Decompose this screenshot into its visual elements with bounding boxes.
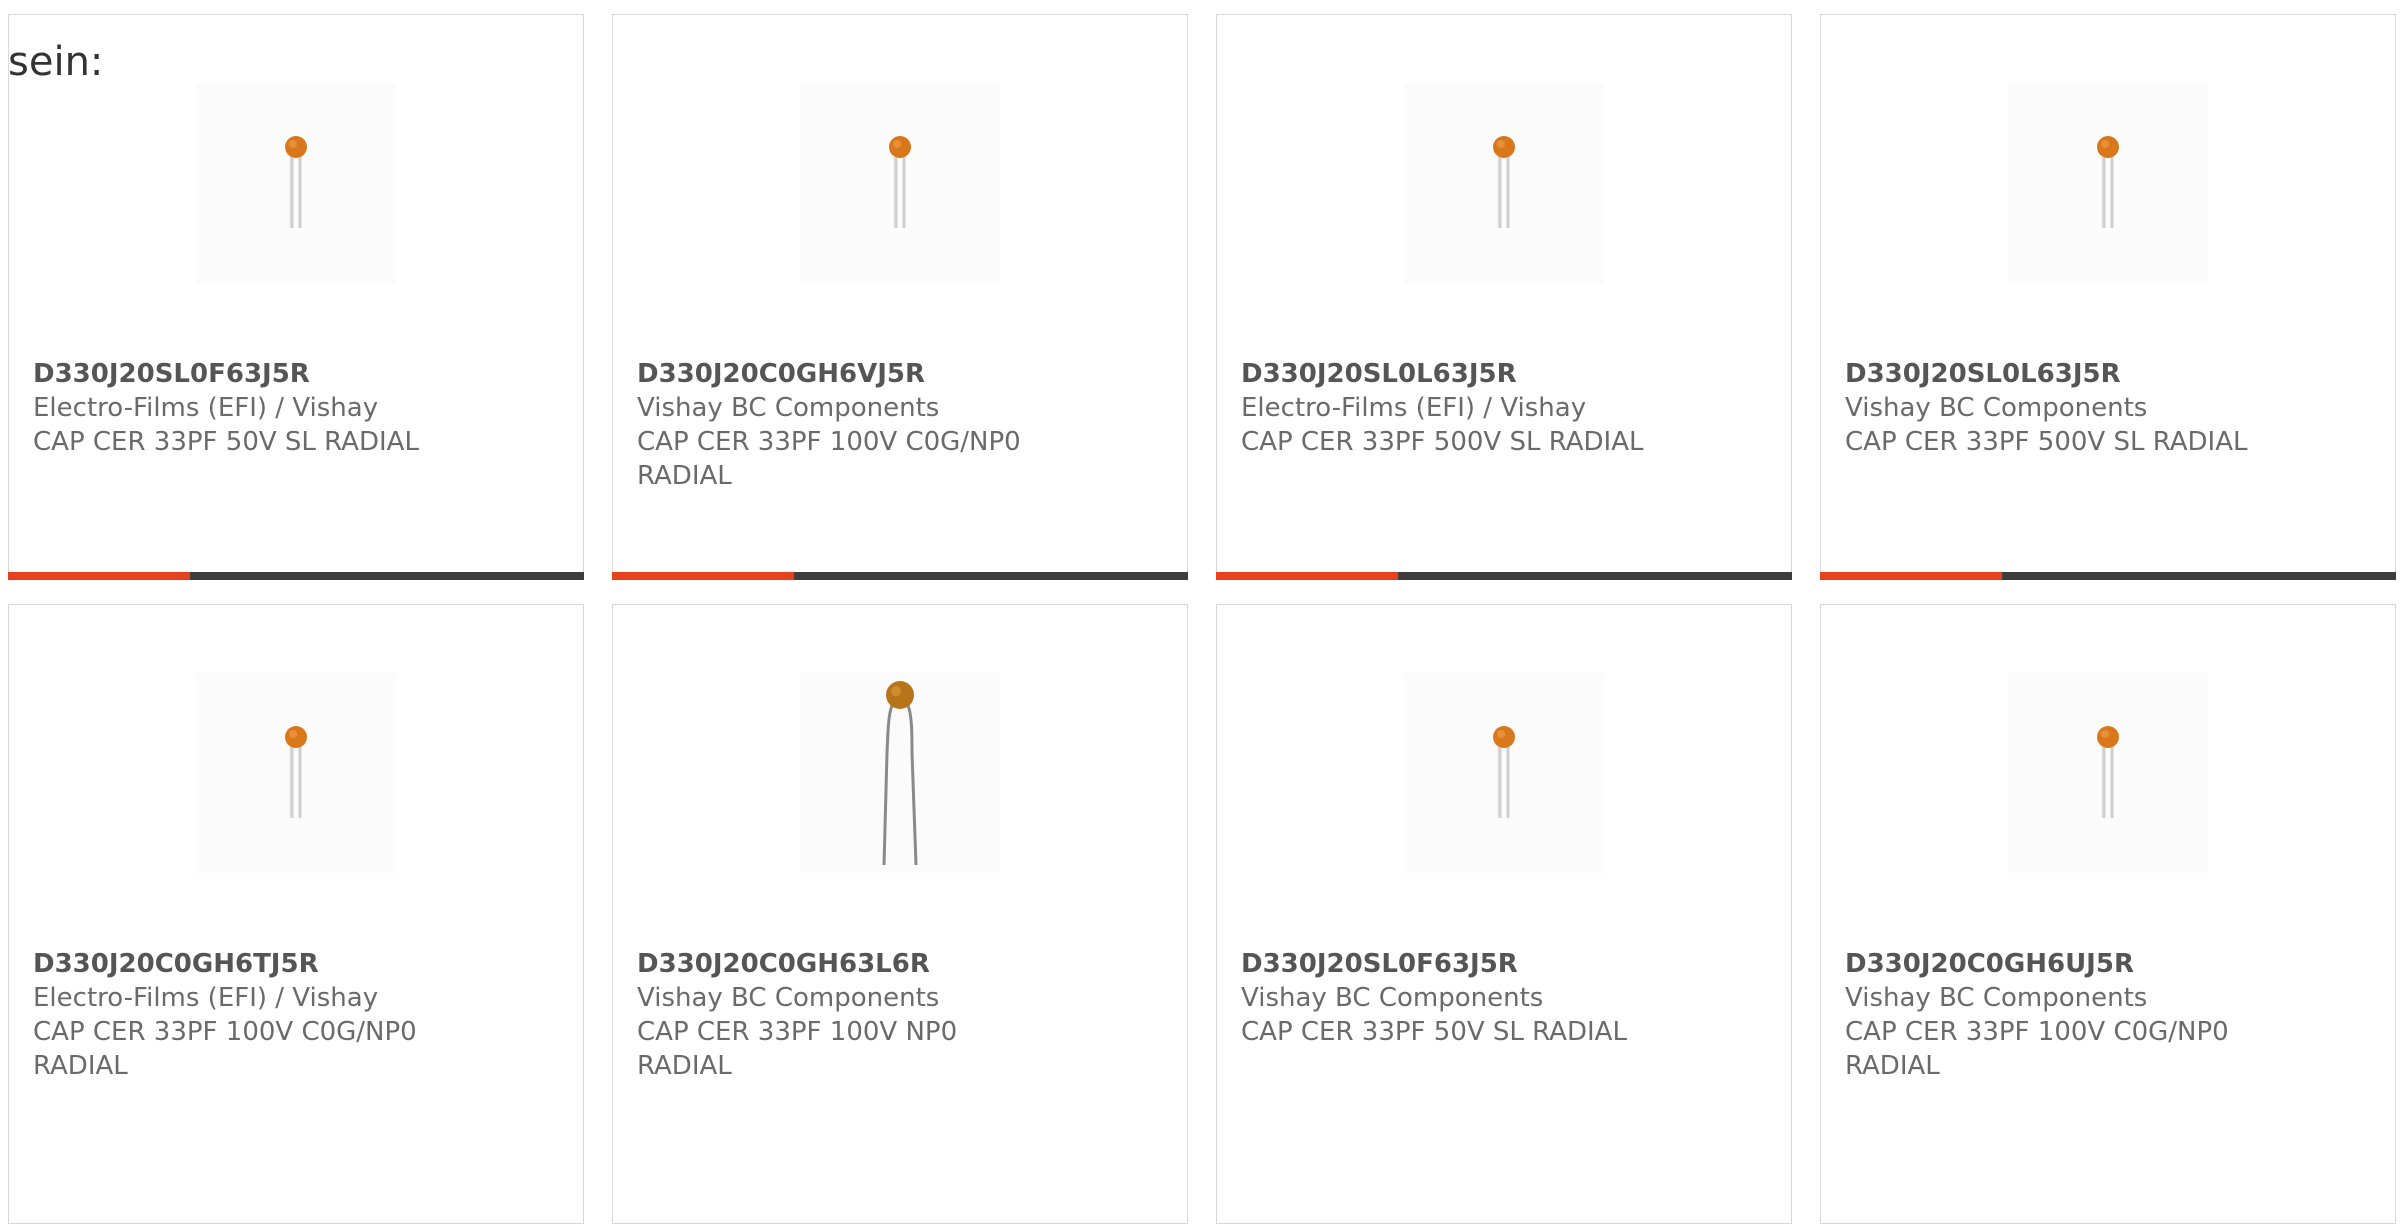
description: CAP CER 33PF 50V SL RADIAL [33,427,419,457]
ceramic-disc-capacitor-icon [1404,83,1604,283]
manufacturer: Electro-Films (EFI) / Vishay [1241,393,1587,423]
part-number[interactable]: D330J20C0GH6TJ5R [33,947,559,981]
part-number[interactable]: D330J20SL0L63J5R [1845,357,2371,391]
ceramic-disc-capacitor-icon [2008,673,2208,873]
ceramic-disc-capacitor-icon [2008,83,2208,283]
manufacturer: Vishay BC Components [1241,983,1544,1013]
ceramic-disc-capacitor-icon [800,83,1000,283]
product-grid: D330J20SL0F63J5R Electro-Films (EFI) / V… [8,14,2398,1224]
part-number[interactable]: D330J20SL0F63J5R [1241,947,1767,981]
manufacturer: Vishay BC Components [1845,983,2148,1013]
product-card[interactable]: D330J20C0GH63L6R Vishay BC Components CA… [612,604,1188,1224]
ceramic-disc-capacitor-long-leads-icon [800,673,1000,873]
manufacturer: Electro-Films (EFI) / Vishay [33,983,379,1013]
manufacturer: Electro-Films (EFI) / Vishay [33,393,379,423]
description: CAP CER 33PF 500V SL RADIAL [1845,427,2248,457]
part-number[interactable]: D330J20C0GH6UJ5R [1845,947,2371,981]
part-number[interactable]: D330J20C0GH63L6R [637,947,1163,981]
description: CAP CER 33PF 500V SL RADIAL [1241,427,1644,457]
description: CAP CER 33PF 100V C0G/NP0 RADIAL [33,1017,417,1081]
product-card[interactable]: D330J20SL0L63J5R Vishay BC Components CA… [1820,14,2396,580]
description: CAP CER 33PF 50V SL RADIAL [1241,1017,1627,1047]
description: CAP CER 33PF 100V C0G/NP0 RADIAL [1845,1017,2229,1081]
product-card[interactable]: D330J20C0GH6TJ5R Electro-Films (EFI) / V… [8,604,584,1224]
part-number[interactable]: D330J20C0GH6VJ5R [637,357,1163,391]
intro-text: sein: [8,39,104,85]
ceramic-disc-capacitor-icon [1404,673,1604,873]
product-card[interactable]: D330J20C0GH6VJ5R Vishay BC Components CA… [612,14,1188,580]
manufacturer: Vishay BC Components [637,393,940,423]
product-card[interactable]: D330J20SL0F63J5R Vishay BC Components CA… [1216,604,1792,1224]
manufacturer: Vishay BC Components [637,983,940,1013]
card-accent-bar [612,572,1188,580]
description: CAP CER 33PF 100V C0G/NP0 RADIAL [637,427,1021,491]
card-accent-bar [1820,572,2396,580]
product-card[interactable]: D330J20SL0F63J5R Electro-Films (EFI) / V… [8,14,584,580]
card-accent-bar [1216,572,1792,580]
ceramic-disc-capacitor-icon [196,83,396,283]
ceramic-disc-capacitor-icon [196,673,396,873]
part-number[interactable]: D330J20SL0L63J5R [1241,357,1767,391]
manufacturer: Vishay BC Components [1845,393,2148,423]
product-card[interactable]: D330J20SL0L63J5R Electro-Films (EFI) / V… [1216,14,1792,580]
part-number[interactable]: D330J20SL0F63J5R [33,357,559,391]
product-card[interactable]: D330J20C0GH6UJ5R Vishay BC Components CA… [1820,604,2396,1224]
card-accent-bar [8,572,584,580]
description: CAP CER 33PF 100V NP0 RADIAL [637,1017,958,1081]
